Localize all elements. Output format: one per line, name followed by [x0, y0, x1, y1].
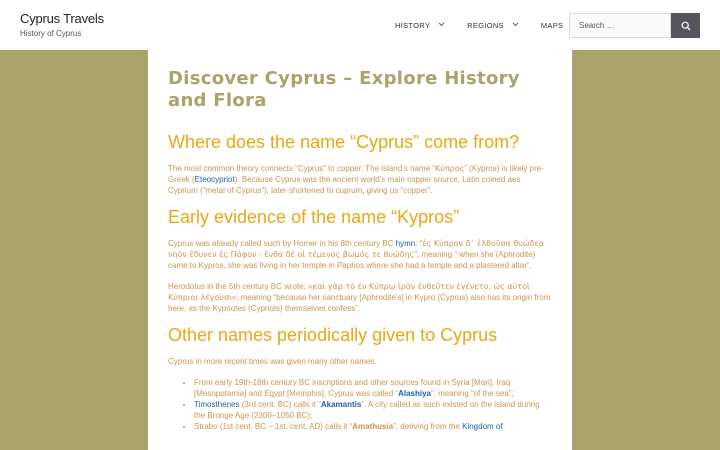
- link-akamantis[interactable]: Akamantis: [321, 400, 361, 409]
- text: ”, meaning “of the sea”;: [431, 389, 514, 398]
- search-button[interactable]: [671, 13, 700, 38]
- nav-item-maps[interactable]: MAPS: [541, 21, 563, 30]
- link-timosthenes[interactable]: Timosthenes: [194, 400, 240, 409]
- site-description: History of Cyprus: [20, 29, 82, 38]
- chevron-down-icon: [512, 22, 519, 29]
- name-amathusia: Amathusia: [352, 422, 394, 431]
- section-heading-early-evidence: Early evidence of the name “Kypros”: [168, 207, 460, 227]
- list-item: Strabo (1st cent. BC – 1st. cent. AD) ca…: [194, 421, 552, 432]
- link-alashiya[interactable]: Alashiya: [398, 389, 431, 398]
- nav-item-label: MAPS: [540, 20, 564, 30]
- section-heading-other-names: Other names periodically given to Cyprus: [168, 325, 498, 345]
- greek-text: Κύπρος: [434, 164, 465, 173]
- search-placeholder: Search …: [579, 21, 615, 30]
- link-hymn[interactable]: hymn: [396, 239, 416, 248]
- search-icon: [681, 16, 691, 35]
- text: ”, deriving from the: [393, 422, 463, 431]
- link-kingdom-of[interactable]: Kingdom of: [462, 422, 502, 431]
- section-heading-name-origin: Where does the name “Cyprus” come from?: [168, 132, 520, 152]
- search-input[interactable]: Search …: [569, 13, 671, 38]
- other-names-list: From early 19th-18th century BC inscript…: [168, 377, 552, 432]
- text: (3rd cent. BC) calls it “: [239, 400, 321, 409]
- nav-item-history[interactable]: HISTORY: [395, 21, 445, 30]
- site-title[interactable]: Cyprus Travels: [20, 11, 104, 26]
- paragraph-herodotus: Herodotus in the 5th century BC wrote: «…: [168, 281, 552, 314]
- text: Cyprus was already called such by Homer …: [168, 239, 396, 248]
- article-content: Discover Cyprus – Explore History and Fl…: [148, 50, 572, 450]
- chevron-down-icon: [438, 22, 445, 29]
- paragraph-other-names-intro: Cyprus in more recent times was given ma…: [168, 357, 377, 366]
- paragraph-name-origin: The most common theory connects “Cyprus”…: [168, 163, 552, 196]
- nav-item-regions[interactable]: REGIONS: [467, 21, 519, 30]
- list-item: From early 19th-18th century BC inscript…: [194, 377, 552, 399]
- main-navigation: HISTORY REGIONS MAPS: [395, 0, 585, 50]
- brand: Cyprus Travels History of Cyprus: [20, 11, 104, 38]
- text: Strabo (1st cent. BC – 1st. cent. AD) ca…: [194, 422, 353, 431]
- nav-item-label: HISTORY: [395, 20, 431, 30]
- nav-item-label: REGIONS: [467, 20, 504, 30]
- text: Herodotus in the 5th century BC wrote: «: [168, 282, 313, 291]
- search-form: Search …: [569, 13, 700, 38]
- paragraph-homer: Cyprus was already called such by Homer …: [168, 238, 552, 271]
- link-eteocypriot[interactable]: Eteocypriot: [195, 175, 235, 184]
- text: The most common theory connects “Cyprus”…: [168, 164, 435, 173]
- site-header: Cyprus Travels History of Cyprus HISTORY…: [0, 0, 720, 50]
- list-item: Timosthenes (3rd cent. BC) calls it “Aka…: [194, 399, 552, 421]
- page-title: Discover Cyprus – Explore History and Fl…: [168, 68, 520, 111]
